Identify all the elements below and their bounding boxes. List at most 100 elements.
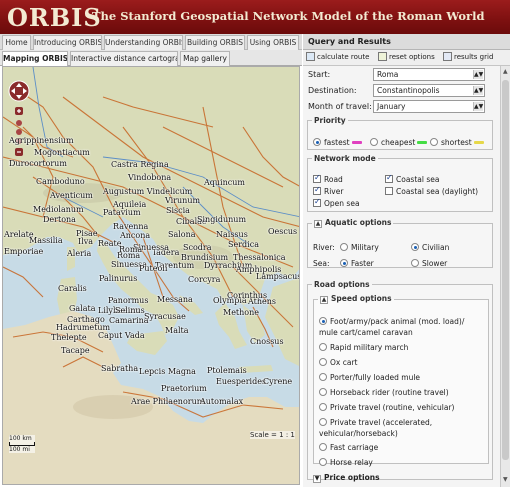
radio-icon xyxy=(319,388,327,396)
speed-option[interactable]: Foot/army/pack animal (mod. load)/ mule … xyxy=(319,316,484,338)
place-label: Corinthus xyxy=(227,291,268,300)
road-options-legend: Road options xyxy=(314,280,370,289)
speed-option[interactable]: Rapid military march xyxy=(319,343,408,352)
start-value: Roma xyxy=(377,70,399,79)
speed-option[interactable]: Horse relay xyxy=(319,458,373,467)
checkbox-icon xyxy=(385,173,393,183)
mode-road[interactable]: Road xyxy=(313,173,343,184)
place-label: Mogontiacum xyxy=(34,148,90,157)
sea-slower[interactable]: Slower xyxy=(411,259,447,268)
river-civilian[interactable]: Civilian xyxy=(411,243,449,252)
orbis-logo[interactable]: ORBIS xyxy=(7,3,102,32)
place-label: Patavium xyxy=(103,208,141,217)
network-mode-fieldset: Network mode Road River Open sea Coastal… xyxy=(307,154,493,212)
mode-coastal-sea[interactable]: Coastal sea xyxy=(385,173,439,184)
calculate-route-button[interactable]: calculate route xyxy=(306,52,369,64)
speed-option[interactable]: Ox cart xyxy=(319,358,357,367)
scroll-up-icon[interactable]: ▲ xyxy=(503,68,508,75)
tab-building-orbis[interactable]: Building ORBIS xyxy=(185,35,245,50)
reset-options-button[interactable]: reset options xyxy=(378,52,435,64)
place-label: Durocortorum xyxy=(9,159,67,168)
site-subtitle: The Stanford Geospatial Network Model of… xyxy=(92,9,485,23)
speed-option[interactable]: Private travel (routine, vehicular) xyxy=(319,403,454,412)
sea-faster[interactable]: Faster xyxy=(340,259,374,268)
reset-options-label: reset options xyxy=(389,53,435,61)
panel-scrollbar[interactable]: ▲ ▼ xyxy=(500,66,510,487)
tab-distance-cartogram[interactable]: Interactive distance cartogram xyxy=(70,51,178,66)
shortest-label: shortest xyxy=(441,138,472,147)
checkbox-icon xyxy=(313,185,321,195)
place-label: Camboduno xyxy=(36,177,85,186)
place-label: Tacape xyxy=(61,346,90,355)
cheapest-label: cheapest xyxy=(381,138,416,147)
speed-legend[interactable]: ▲ Speed options xyxy=(318,294,394,304)
checkbox-icon xyxy=(385,187,393,195)
aquatic-options-fieldset: ▲ Aquatic options River: Military Civilia… xyxy=(307,218,493,268)
place-label: Aquincum xyxy=(204,178,245,187)
speed-option[interactable]: Porter/fully loaded mule xyxy=(319,373,420,382)
mode-coastal-daylight[interactable]: Coastal sea (daylight) xyxy=(385,187,478,196)
slower-label: Slower xyxy=(422,259,448,268)
place-label: Thelepte xyxy=(51,333,87,342)
speed-option[interactable]: Private travel (accelerated, vehicular/h… xyxy=(319,417,484,439)
expand-icon: ▼ xyxy=(313,475,321,483)
faster-label: Faster xyxy=(351,259,374,268)
place-label: Oescus xyxy=(268,227,298,236)
radio-icon xyxy=(319,418,327,426)
military-label: Military xyxy=(351,243,379,252)
river-military[interactable]: Military xyxy=(340,243,379,252)
place-label: Cnossus xyxy=(250,337,284,346)
grid-icon xyxy=(443,52,452,61)
checkbox-icon xyxy=(313,173,321,183)
destination-select[interactable]: Constantinopolis ▲▼ xyxy=(373,84,485,97)
priority-fastest[interactable]: fastest xyxy=(313,138,362,147)
open-sea-label: Open sea xyxy=(324,199,360,208)
price-options-toggle[interactable]: ▼ Price options xyxy=(313,473,380,483)
priority-cheapest[interactable]: cheapest xyxy=(370,138,428,147)
checkbox-icon xyxy=(313,197,321,207)
month-label: Month of travel: xyxy=(308,102,372,111)
month-select[interactable]: January ▲▼ xyxy=(373,100,485,113)
place-label: Malta xyxy=(165,326,189,335)
speed-option-label: Ox cart xyxy=(330,358,358,367)
tab-map-gallery[interactable]: Map gallery xyxy=(180,51,230,66)
tab-using-orbis[interactable]: Using ORBIS xyxy=(247,35,299,50)
scroll-thumb[interactable] xyxy=(502,80,509,460)
place-label: Emporiae xyxy=(4,247,44,256)
fastest-swatch xyxy=(351,141,362,144)
place-label: Ptolemais xyxy=(207,366,247,375)
chevron-down-icon: ▲▼ xyxy=(473,70,484,79)
tab-understanding-orbis[interactable]: Understanding ORBIS xyxy=(104,35,183,50)
place-label: Cyrene xyxy=(263,377,293,386)
place-label: Aleria xyxy=(67,249,92,258)
place-label: Messana xyxy=(157,295,193,304)
collapse-icon: ▲ xyxy=(320,296,328,304)
tab-home[interactable]: Home xyxy=(2,35,31,50)
map-navigation-control[interactable] xyxy=(8,80,30,160)
speed-option[interactable]: Horseback rider (routine travel) xyxy=(319,388,449,397)
aquatic-legend[interactable]: ▲ Aquatic options xyxy=(312,218,393,228)
query-panel-title: Query and Results xyxy=(303,34,510,50)
place-label: Roma xyxy=(119,245,143,254)
map-view[interactable]: Agrippinensium Mogontiacum Durocortorum … xyxy=(2,66,300,485)
road-label: Road xyxy=(324,175,343,184)
results-grid-button[interactable]: results grid xyxy=(443,52,493,64)
radio-icon xyxy=(430,138,438,146)
radio-icon xyxy=(370,138,378,146)
place-label: Caput Vada xyxy=(98,331,145,340)
place-label: Camarina xyxy=(109,316,149,325)
coastal-daylight-label: Coastal sea (daylight) xyxy=(396,187,479,196)
mode-open-sea[interactable]: Open sea xyxy=(313,197,360,208)
start-select[interactable]: Roma ▲▼ xyxy=(373,68,485,81)
tab-mapping-orbis[interactable]: Mapping ORBIS xyxy=(2,51,68,66)
mode-river[interactable]: River xyxy=(313,185,343,196)
scroll-down-icon[interactable]: ▼ xyxy=(503,476,508,483)
results-grid-label: results grid xyxy=(454,53,494,61)
place-label: Ravenna xyxy=(113,222,149,231)
priority-shortest[interactable]: shortest xyxy=(430,138,484,147)
place-label: Castra Regina xyxy=(111,160,169,169)
speed-option[interactable]: Fast carriage xyxy=(319,443,378,452)
query-panel: Start: Roma ▲▼ Destination: Constantinop… xyxy=(303,66,500,487)
tab-introducing-orbis[interactable]: Introducing ORBIS xyxy=(33,35,102,50)
civilian-label: Civilian xyxy=(422,243,450,252)
